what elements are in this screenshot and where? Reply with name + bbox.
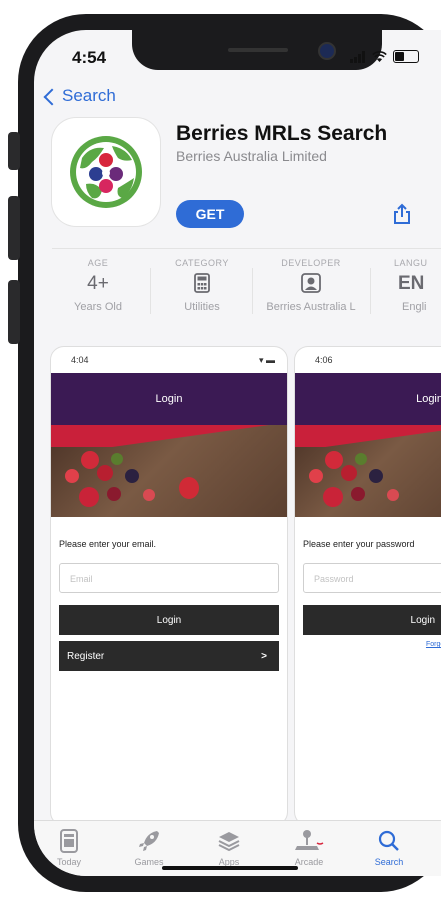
app-title: Berries MRLs Search	[176, 122, 388, 145]
berry	[341, 465, 357, 481]
email-field: Email	[59, 563, 279, 593]
tab-label: Games	[134, 857, 164, 867]
berry	[111, 453, 123, 465]
status-icons	[350, 50, 419, 63]
berry	[309, 469, 323, 483]
screenshot-1[interactable]: 4:04 ▾ ▬ Login Please enter your email. …	[50, 346, 288, 826]
shot-status-icons: ▾ ▬	[258, 355, 275, 365]
get-button[interactable]: GET	[176, 200, 244, 228]
home-indicator[interactable]	[162, 866, 298, 870]
tab-label: Arcade	[294, 857, 324, 867]
red-strip	[295, 425, 441, 447]
globe-logo-icon	[70, 136, 142, 208]
person-square-icon	[301, 273, 321, 293]
berry	[179, 477, 199, 499]
category-icon-wrap	[156, 273, 248, 295]
developer-sub: Berries Australia L	[266, 301, 356, 313]
shot-prompt: Please enter your email.	[59, 539, 157, 549]
berry	[79, 487, 99, 507]
tab-today[interactable]: Today	[34, 829, 104, 867]
shot-time: 4:04	[71, 355, 89, 365]
search-icon	[378, 830, 399, 851]
login-button: Login	[303, 605, 441, 635]
shot-header: Login	[295, 373, 441, 425]
tab-games[interactable]: Games	[114, 829, 184, 867]
berry	[351, 487, 365, 501]
berry	[65, 469, 79, 483]
age-sub: Years Old	[74, 301, 122, 313]
red-strip	[51, 425, 287, 447]
berry	[387, 489, 399, 501]
tab-label: Search	[374, 857, 404, 867]
language-sub: Engli	[402, 301, 427, 313]
age-label: AGE	[87, 258, 109, 268]
screen: 4:54 Search Berries MRLs Search Berries …	[34, 30, 441, 876]
berries-photo	[51, 425, 287, 517]
shot-status: 4:04 ▾ ▬	[51, 347, 287, 373]
back-button[interactable]: Search	[43, 86, 116, 106]
shot-header: Login	[51, 373, 287, 425]
tab-label: Today	[56, 857, 82, 867]
berry	[125, 469, 139, 483]
volume-up-button	[8, 196, 20, 260]
berry	[323, 487, 343, 507]
app-icon[interactable]	[52, 118, 160, 226]
status-time: 4:54	[72, 48, 107, 67]
developer-label: DEVELOPER	[281, 258, 341, 268]
language-value: EN	[398, 273, 425, 294]
berry	[369, 469, 383, 483]
calculator-icon	[194, 273, 210, 293]
shot-prompt: Please enter your password	[303, 539, 415, 549]
berry	[81, 451, 99, 469]
info-developer[interactable]: DEVELOPER Berries Australia L	[256, 258, 366, 328]
info-age: AGE 4+ Years Old	[52, 258, 144, 328]
divider	[52, 248, 441, 249]
back-label: Search	[62, 86, 116, 105]
signal-icon	[350, 50, 365, 63]
language-label: LANGU	[394, 258, 428, 268]
speaker-grille	[228, 48, 288, 52]
notch	[132, 30, 382, 70]
berries-photo	[295, 425, 441, 517]
camera-icon	[318, 42, 336, 60]
register-label: Register	[67, 650, 105, 662]
app-developer[interactable]: Berries Australia Limited	[176, 148, 327, 164]
info-category: CATEGORY Utilities	[156, 258, 248, 328]
info-separator	[252, 268, 253, 314]
chevron-left-icon	[43, 88, 61, 106]
berry	[107, 487, 121, 501]
screenshot-2[interactable]: 4:06 Login Please enter your password Pa…	[294, 346, 441, 826]
tab-apps[interactable]: Apps	[194, 829, 264, 867]
password-field: Password	[303, 563, 441, 593]
rocket-icon	[139, 831, 159, 851]
developer-icon-wrap	[256, 273, 366, 295]
chevron-right-icon: >	[261, 650, 267, 662]
joystick-icon	[295, 830, 324, 850]
category-sub: Utilities	[184, 301, 220, 313]
tab-arcade[interactable]: Arcade	[274, 829, 344, 867]
volume-down-button	[8, 280, 20, 344]
berry	[143, 489, 155, 501]
share-icon[interactable]	[390, 202, 414, 226]
tab-search[interactable]: Search	[354, 829, 424, 867]
shot-time: 4:06	[315, 355, 333, 365]
wifi-icon	[372, 50, 387, 62]
age-value: 4+	[87, 273, 109, 294]
today-icon	[60, 829, 78, 853]
berry	[355, 453, 367, 465]
register-button: Register >	[59, 641, 279, 671]
battery-icon	[393, 50, 419, 63]
layers-icon	[218, 832, 240, 852]
login-button: Login	[59, 605, 279, 635]
category-label: CATEGORY	[175, 258, 229, 268]
info-separator	[150, 268, 151, 314]
berry	[325, 451, 343, 469]
info-separator	[370, 268, 371, 314]
berry	[97, 465, 113, 481]
mute-switch	[8, 132, 20, 170]
info-language: LANGU EN Engli	[372, 258, 441, 328]
shot-status: 4:06	[295, 347, 441, 373]
forgot-password-link: Forgot your pas	[425, 641, 441, 648]
